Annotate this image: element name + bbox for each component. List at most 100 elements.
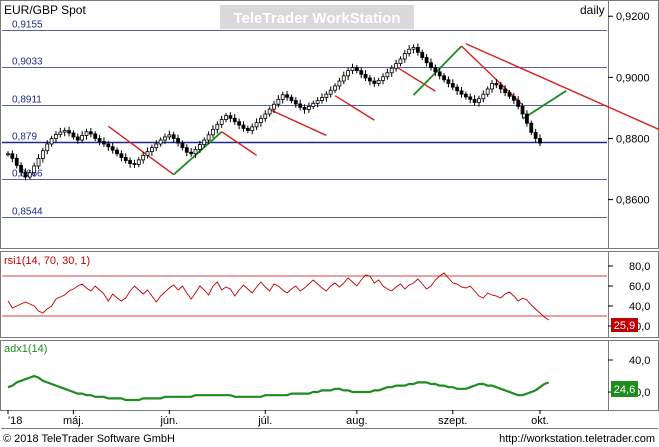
adx-y-tick-label: 40,0 (629, 355, 650, 367)
copyright-text: © 2018 TeleTrader Software GmbH (3, 433, 175, 445)
price-candle-body (180, 142, 185, 149)
price-candle-body (232, 117, 237, 123)
chart-canvas: TeleTrader WorkStation EUR/GBP Spot dail… (0, 0, 659, 447)
price-candle-body (507, 92, 512, 97)
price-candle-body (158, 139, 163, 145)
price-candle-body (132, 163, 137, 165)
chart-background (0, 0, 659, 447)
price-candle-body (315, 100, 320, 104)
price-candle-body (302, 106, 307, 110)
price-candle-body (333, 85, 337, 91)
price-candle-body (285, 94, 289, 98)
price-candle-body (359, 70, 364, 75)
price-candle-body (193, 149, 198, 155)
x-tick-label: jún. (159, 415, 178, 427)
interval-label: daily (580, 3, 605, 17)
price-candle-body (136, 159, 141, 165)
price-candle-body (32, 165, 37, 174)
price-candle-body (123, 157, 128, 161)
price-candle-body (106, 143, 111, 148)
price-candle-body (450, 83, 455, 88)
price-candle-body (267, 108, 272, 115)
price-candle-body (472, 98, 477, 103)
price-candle-body (376, 80, 381, 84)
price-candle-body (446, 79, 451, 84)
price-candle-body (119, 153, 124, 158)
price-candle-body (328, 89, 333, 95)
price-candle-body (27, 172, 32, 178)
price-candle-body (10, 153, 15, 159)
price-candle-body (498, 84, 503, 90)
price-candle-body (176, 138, 180, 144)
price-candle-body (45, 143, 50, 152)
price-candle-body (455, 86, 460, 92)
price-candle-body (97, 138, 102, 142)
price-candle-body (350, 67, 355, 72)
watermark: TeleTrader WorkStation (234, 10, 401, 27)
price-candle-body (19, 164, 23, 173)
price-candle-body (494, 83, 499, 86)
price-candle-body (128, 160, 132, 164)
price-candle-body (14, 157, 19, 166)
price-candle-body (219, 119, 224, 125)
price-candle-body (54, 134, 58, 139)
price-candle-body (372, 80, 377, 84)
price-candle-body (289, 96, 294, 101)
price-candle-body (442, 75, 446, 81)
price-candle-body (211, 128, 215, 136)
adx-title: adx1(14) (4, 343, 47, 355)
price-y-tick-label: 0,9000 (616, 72, 650, 84)
price-candle-body (525, 113, 529, 124)
price-candle-body (6, 153, 10, 156)
price-candle-body (167, 134, 172, 138)
price-candle-body (437, 71, 442, 77)
price-candle-body (394, 63, 398, 69)
price-candle-body (368, 77, 372, 82)
price-candle-body (197, 144, 202, 150)
price-candle-body (520, 105, 525, 115)
price-candle-body (245, 128, 250, 131)
price-candle-body (145, 151, 150, 156)
price-candle-body (280, 94, 285, 100)
price-candle-body (272, 103, 276, 110)
price-candle-body (84, 131, 89, 136)
price-candle-body (237, 121, 242, 126)
price-candle-body (459, 90, 464, 95)
price-candle-body (110, 146, 115, 151)
price-candle-body (341, 75, 346, 82)
price-candle-body (154, 143, 159, 149)
x-tick-label: '18 (8, 415, 22, 427)
x-tick-label: okt. (531, 415, 549, 427)
rsi-y-tick-label: 80,0 (629, 261, 650, 273)
price-candle-body (189, 151, 194, 155)
price-candle-body (202, 139, 207, 146)
price-candle-body (263, 113, 268, 119)
price-candle-body (250, 126, 255, 131)
price-candle-body (468, 96, 473, 100)
price-candle-body (533, 131, 538, 139)
price-candle-body (171, 134, 176, 139)
price-candle-body (102, 141, 106, 145)
price-candle-body (337, 80, 342, 87)
price-candle-body (93, 133, 98, 139)
price-candle-body (398, 58, 403, 65)
price-candle-body (354, 67, 359, 72)
price-candle-body (429, 62, 433, 68)
fib-level-label: 0,9033 (12, 57, 43, 68)
price-candle-body (36, 157, 41, 167)
price-candle-body (80, 135, 85, 141)
x-tick-label: júl. (257, 415, 272, 427)
price-candle-body (40, 150, 45, 159)
fib-level-label: 0,8911 (12, 95, 42, 106)
price-candle-body (224, 115, 228, 120)
rsi-y-tick-label: 60,0 (629, 281, 650, 293)
adx-last-value: 24,6 (614, 384, 635, 396)
price-candle-body (363, 73, 368, 79)
price-candle-body (71, 132, 76, 138)
source-url[interactable]: http://workstation.teletrader.com (499, 433, 655, 445)
price-candle-body (75, 136, 80, 141)
price-candle-body (433, 67, 438, 73)
price-candle-body (23, 171, 28, 178)
price-candle-body (228, 115, 233, 119)
price-candle-body (529, 122, 534, 133)
